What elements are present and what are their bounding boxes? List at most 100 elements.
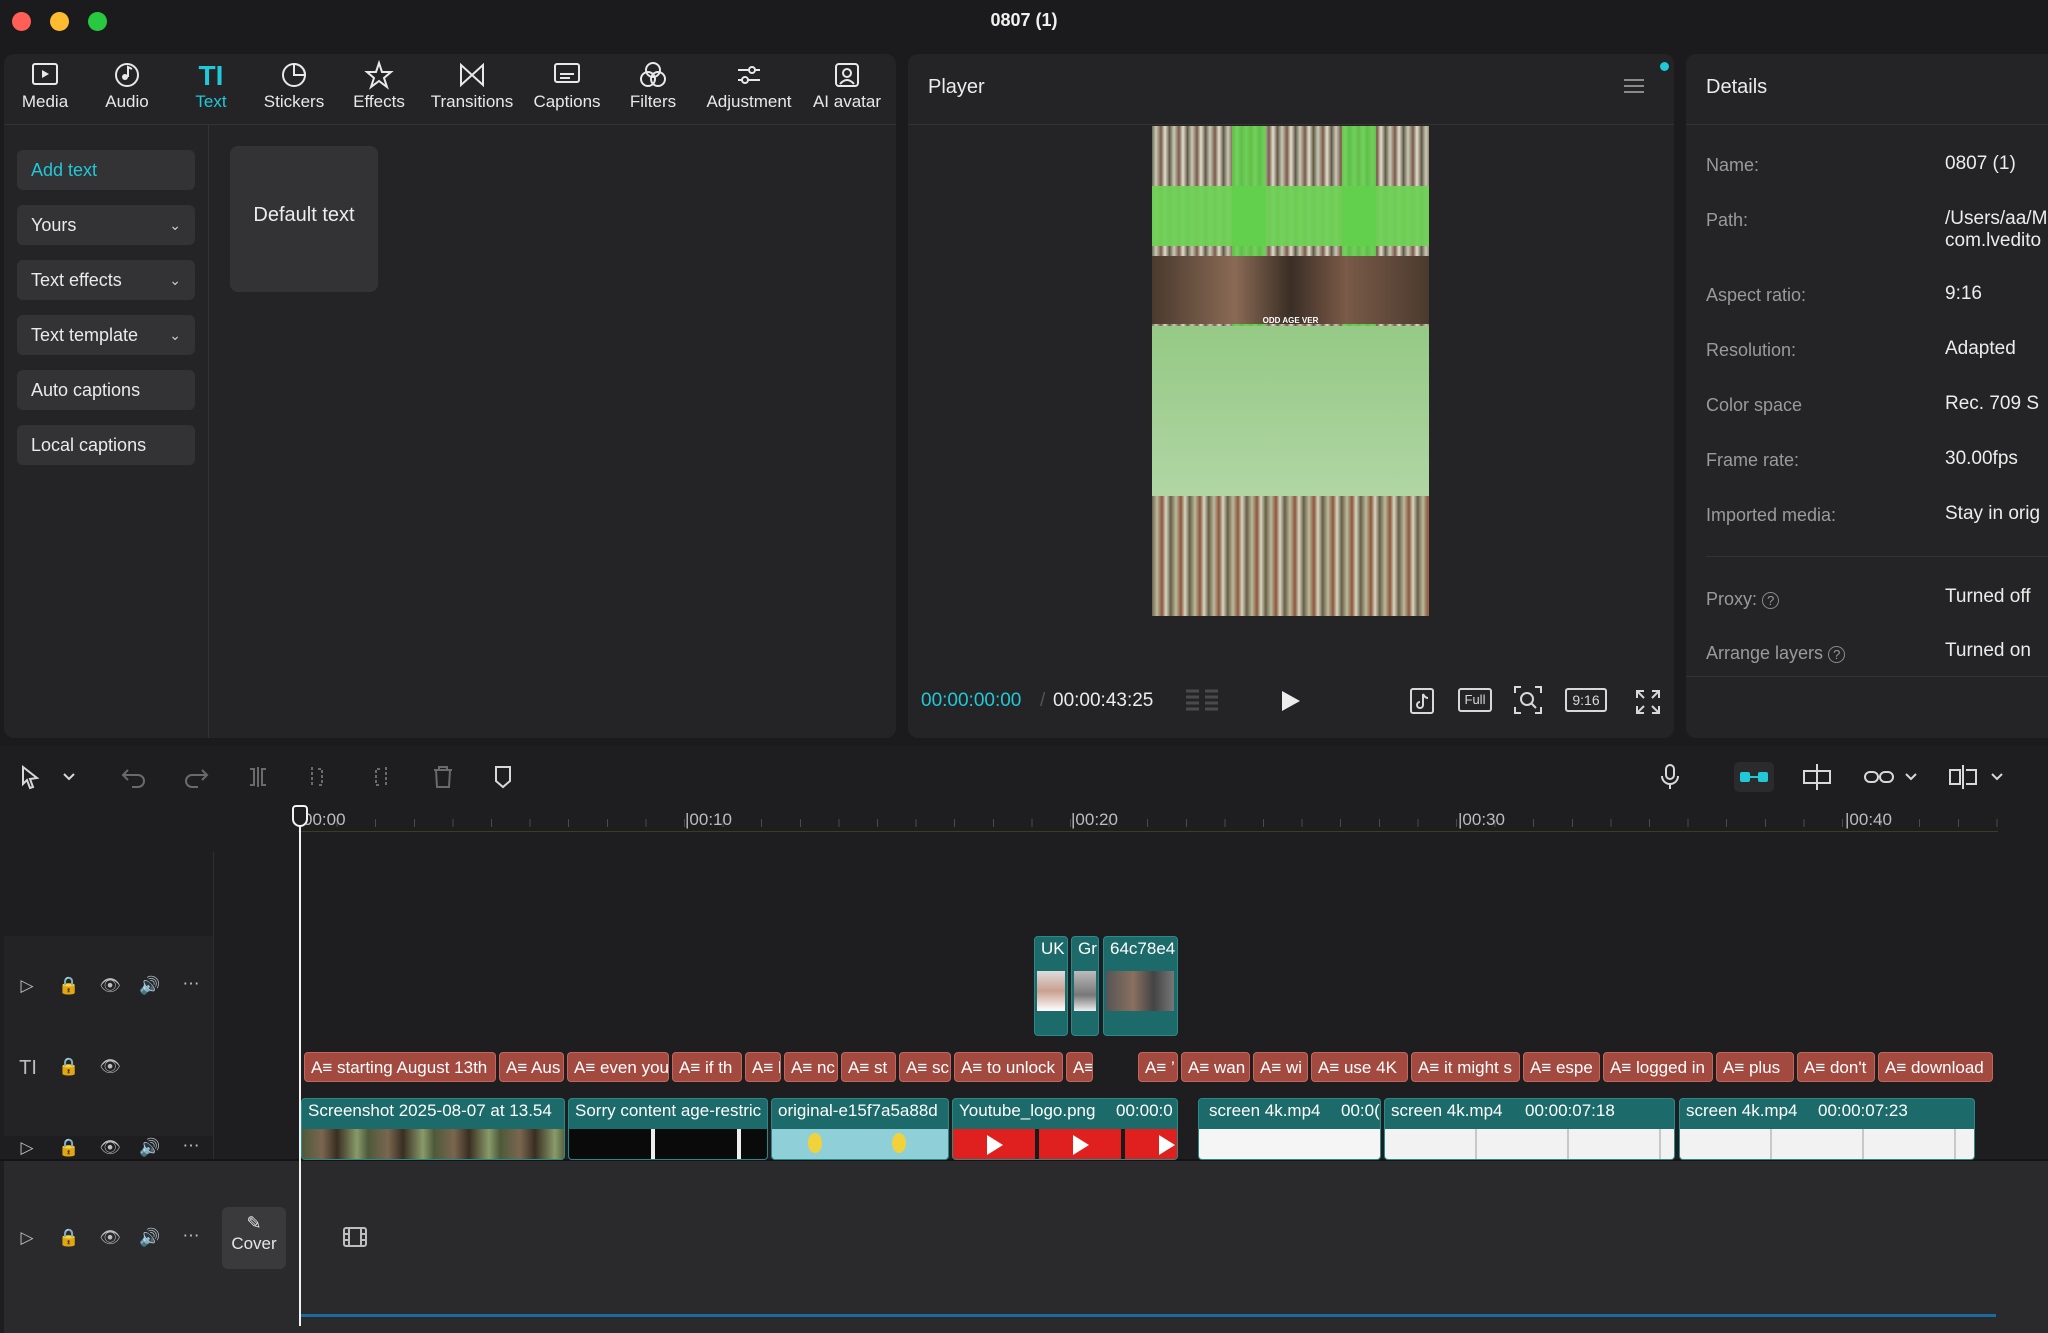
- tab-media[interactable]: Media: [14, 60, 76, 120]
- delete-icon[interactable]: [430, 764, 456, 790]
- cover-button[interactable]: ✎ Cover: [222, 1207, 286, 1269]
- text-clip[interactable]: A≡ to unlock: [954, 1052, 1063, 1082]
- more-icon[interactable]: ⋯: [180, 974, 202, 994]
- tab-audio[interactable]: Audio: [96, 60, 158, 120]
- playhead-line[interactable]: [299, 806, 301, 1326]
- overlay-clip[interactable]: 64c78e4: [1103, 936, 1178, 1036]
- timeline-grid-icon[interactable]: [1183, 687, 1221, 715]
- tab-transitions[interactable]: Transitions: [426, 60, 518, 120]
- split-icon[interactable]: [244, 764, 272, 790]
- chevron-down-icon[interactable]: [60, 766, 78, 786]
- lock-icon[interactable]: 🔒: [58, 1138, 80, 1158]
- link-icon[interactable]: [1862, 762, 1896, 792]
- text-clip[interactable]: A≡ Aus: [499, 1052, 564, 1082]
- video-clip[interactable]: screen 4k.mp4 00:0(: [1198, 1098, 1381, 1160]
- detail-value-arrange-layers[interactable]: Turned on: [1945, 640, 2031, 662]
- text-clip[interactable]: A≡ starting August 13th: [304, 1052, 496, 1082]
- text-clip[interactable]: A≡ st: [841, 1052, 896, 1082]
- details-section-divider: [1706, 556, 2048, 557]
- text-clip[interactable]: A≡ even you: [567, 1052, 669, 1082]
- text-clip[interactable]: A≡ ’: [1138, 1052, 1178, 1082]
- eye-icon[interactable]: 👁: [98, 1228, 122, 1248]
- tab-audio-label: Audio: [105, 92, 149, 111]
- undo-icon[interactable]: [120, 764, 148, 790]
- full-quality-button[interactable]: Full: [1458, 688, 1492, 712]
- video-clip[interactable]: original-e15f7a5a88d: [771, 1098, 949, 1160]
- sidebar-item-auto-captions[interactable]: Auto captions: [17, 370, 195, 410]
- select-tool-icon[interactable]: [18, 764, 42, 790]
- text-clip[interactable]: A≡ l: [745, 1052, 781, 1082]
- aspect-ratio-button[interactable]: 9:16: [1565, 688, 1607, 712]
- tab-effects[interactable]: Effects: [346, 59, 412, 120]
- video-clip[interactable]: Sorry content age-restric: [568, 1098, 768, 1160]
- lock-icon[interactable]: 🔒: [58, 976, 80, 996]
- overlay-clip[interactable]: Gr: [1071, 936, 1099, 1036]
- text-clip[interactable]: A≡: [1066, 1052, 1093, 1082]
- text-clip[interactable]: A≡ use 4K: [1311, 1052, 1408, 1082]
- tab-adjustment[interactable]: Adjustment: [700, 60, 798, 120]
- lock-icon[interactable]: 🔒: [58, 1057, 80, 1077]
- video-clip[interactable]: screen 4k.mp4 00:00:07:18: [1384, 1098, 1675, 1160]
- text-clip[interactable]: A≡ don't: [1797, 1052, 1875, 1082]
- video-clip[interactable]: Youtube_logo.png 00:00:0: [952, 1098, 1178, 1160]
- split-right-icon[interactable]: [366, 764, 394, 790]
- timeline-ruler[interactable]: [298, 805, 1998, 831]
- marker-icon[interactable]: [490, 764, 516, 790]
- speaker-icon[interactable]: 🔊: [138, 1228, 162, 1248]
- tab-text[interactable]: TI Text: [180, 60, 242, 120]
- preview-axis-icon[interactable]: [1946, 762, 1980, 792]
- snap-icon[interactable]: [1800, 762, 1834, 792]
- eye-icon[interactable]: 👁: [98, 976, 122, 996]
- text-clip[interactable]: A≡ plus: [1716, 1052, 1794, 1082]
- help-icon[interactable]: ?: [1762, 592, 1780, 609]
- sidebar-item-local-captions[interactable]: Local captions: [17, 425, 195, 465]
- sidebar-item-yours[interactable]: Yours ⌄: [17, 205, 195, 245]
- fullscreen-icon[interactable]: [1635, 689, 1661, 715]
- text-clip[interactable]: A≡ wan: [1181, 1052, 1250, 1082]
- detail-label-resolution: Resolution:: [1706, 340, 1797, 360]
- video-clip[interactable]: Screenshot 2025-08-07 at 13.54: [301, 1098, 565, 1160]
- microphone-icon[interactable]: [1658, 763, 1682, 791]
- eye-icon[interactable]: 👁: [98, 1057, 122, 1077]
- redo-icon[interactable]: [182, 764, 210, 790]
- speaker-icon[interactable]: 🔊: [138, 976, 162, 996]
- split-left-icon[interactable]: [304, 764, 332, 790]
- text-clip[interactable]: A≡ nc: [784, 1052, 838, 1082]
- detail-value-proxy[interactable]: Turned off: [1945, 586, 2031, 608]
- chevron-down-icon[interactable]: [1988, 766, 2006, 786]
- tab-captions[interactable]: Captions: [528, 60, 606, 120]
- overlay-clip[interactable]: UK: [1034, 936, 1068, 1036]
- zoom-preview-icon[interactable]: [1513, 685, 1543, 715]
- adjustment-icon: [700, 60, 798, 92]
- tab-ai-avatar[interactable]: AI avatar: [808, 60, 886, 120]
- speaker-icon[interactable]: 🔊: [138, 1138, 162, 1158]
- tab-stickers[interactable]: Stickers: [258, 60, 330, 120]
- tiktok-icon[interactable]: [1409, 687, 1435, 715]
- film-strip-icon[interactable]: [340, 1224, 370, 1250]
- text-clip[interactable]: A≡ espe: [1523, 1052, 1600, 1082]
- preview-blur-bottom: [1152, 496, 1429, 616]
- main-track-magnet-button[interactable]: [1734, 762, 1774, 792]
- eye-icon[interactable]: 👁: [98, 1138, 122, 1158]
- tab-filters[interactable]: Filters: [622, 60, 684, 120]
- text-clip[interactable]: A≡ it might s: [1411, 1052, 1520, 1082]
- player-menu-icon[interactable]: [1622, 76, 1646, 96]
- lock-icon[interactable]: 🔒: [58, 1228, 80, 1248]
- text-clip[interactable]: A≡ if th: [672, 1052, 742, 1082]
- chevron-down-icon[interactable]: [1902, 766, 1920, 786]
- overlay-thumbnail: [1106, 971, 1174, 1011]
- sidebar-item-add-text[interactable]: Add text: [17, 150, 195, 190]
- text-clip[interactable]: A≡ logged in: [1603, 1052, 1713, 1082]
- text-clip[interactable]: A≡ sc: [899, 1052, 951, 1082]
- help-icon[interactable]: ?: [1828, 646, 1846, 663]
- default-text-card[interactable]: Default text: [230, 146, 378, 292]
- text-clip[interactable]: A≡ wi: [1253, 1052, 1308, 1082]
- more-icon[interactable]: ⋯: [180, 1136, 202, 1156]
- sidebar-item-text-template[interactable]: Text template ⌄: [17, 315, 195, 355]
- sidebar-item-text-effects[interactable]: Text effects ⌄: [17, 260, 195, 300]
- play-button[interactable]: [1277, 688, 1303, 714]
- playhead-handle[interactable]: [292, 805, 308, 827]
- text-clip[interactable]: A≡ download: [1878, 1052, 1993, 1082]
- more-icon[interactable]: ⋯: [180, 1226, 202, 1246]
- video-clip[interactable]: screen 4k.mp4 00:00:07:23: [1679, 1098, 1975, 1160]
